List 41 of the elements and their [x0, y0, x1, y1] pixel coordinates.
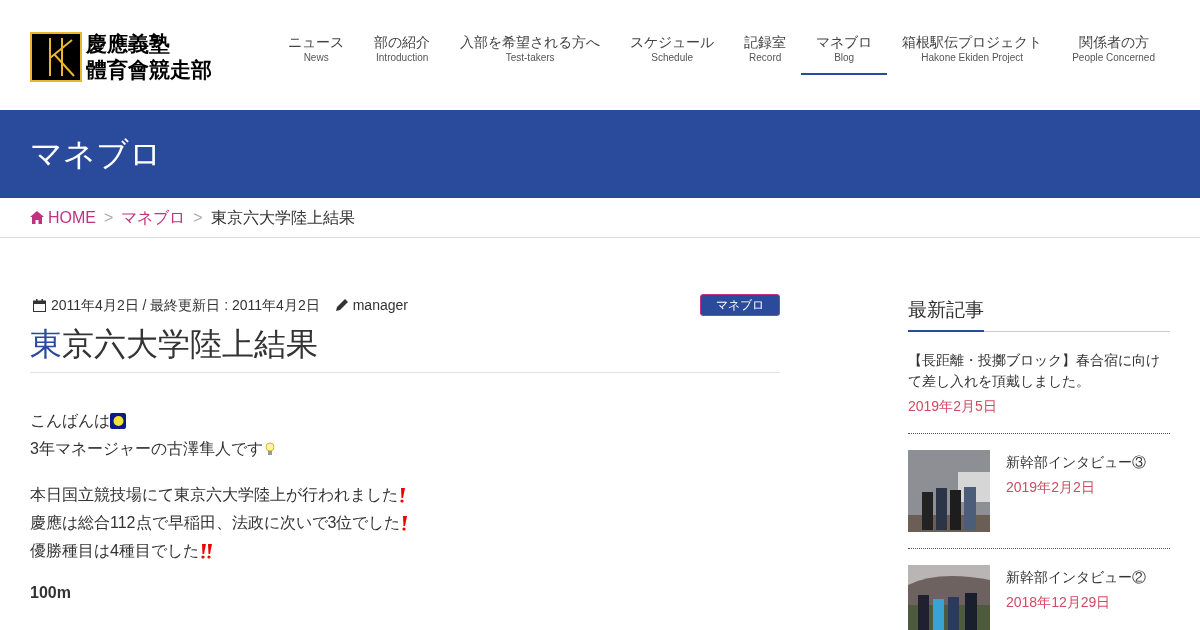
- calendar-icon: [33, 298, 46, 312]
- light-bulb-icon: [262, 441, 277, 457]
- body-text: 3年マネージャーの古澤隼人です: [30, 439, 263, 459]
- sidebar-heading: 最新記事: [908, 296, 984, 332]
- nav-item[interactable]: 関係者の方 People Concerned: [1057, 30, 1170, 75]
- nav-item[interactable]: 入部を希望される方へ Test-takers: [445, 30, 616, 75]
- nav-item[interactable]: 部の紹介 Introduction: [359, 30, 446, 75]
- nav-item[interactable]: 記録室 Record: [729, 30, 802, 75]
- post-title: 東京六大学陸上結果: [30, 324, 780, 373]
- logo-icon: [30, 32, 82, 82]
- post-author: manager: [352, 295, 408, 315]
- body-text: 本日国立競技場にて東京六大学陸上が行われました: [30, 485, 398, 505]
- nav-item[interactable]: スケジュール Schedule: [615, 30, 730, 75]
- logo-text: 慶應義塾: [86, 31, 171, 57]
- logo-text: 體育會競走部: [86, 57, 212, 83]
- nav-item[interactable]: 箱根駅伝プロジェクト Hakone Ekiden Project: [887, 30, 1058, 75]
- breadcrumb-current: 東京六大学陸上結果: [210, 207, 355, 228]
- article-link[interactable]: 新幹部インタビュー③: [1006, 452, 1146, 473]
- article-link[interactable]: 新幹部インタビュー②: [1006, 567, 1146, 588]
- body-text: こんばんは: [30, 411, 110, 431]
- category-tag[interactable]: マネブロ: [700, 294, 780, 316]
- nav-item[interactable]: マネブロ Blog: [801, 30, 888, 75]
- exclamation-icon: [398, 487, 406, 503]
- nav-item[interactable]: ニュース News: [273, 30, 360, 75]
- section-heading: 100m: [30, 583, 72, 603]
- body-text: 優勝種目は4種目でした: [30, 541, 199, 561]
- article-date: 2019年2月2日: [1006, 478, 1096, 497]
- moon-icon: [110, 413, 126, 429]
- post-date: 2011年4月2日 / 最終更新日 : 2011年4月2日: [51, 295, 320, 315]
- breadcrumb-separator: >: [193, 207, 203, 228]
- pencil-icon: [335, 299, 348, 311]
- breadcrumb-link[interactable]: HOME: [30, 205, 96, 230]
- home-icon: [30, 211, 44, 224]
- breadcrumb-separator: >: [104, 207, 114, 228]
- body-text: 慶應は総合112点で早稲田、法政に次いで3位でした: [30, 513, 401, 533]
- exclamation-icon: [400, 515, 409, 531]
- article-link[interactable]: 【長距離・投擲ブロック】春合宿に向けて差し入れを頂戴しました。: [908, 350, 1170, 392]
- article-date: 2019年2月5日: [908, 397, 998, 416]
- breadcrumb-link[interactable]: マネブロ: [121, 205, 186, 230]
- page-title: マネブロ: [30, 135, 162, 174]
- article-date: 2018年12月29日: [1006, 593, 1112, 612]
